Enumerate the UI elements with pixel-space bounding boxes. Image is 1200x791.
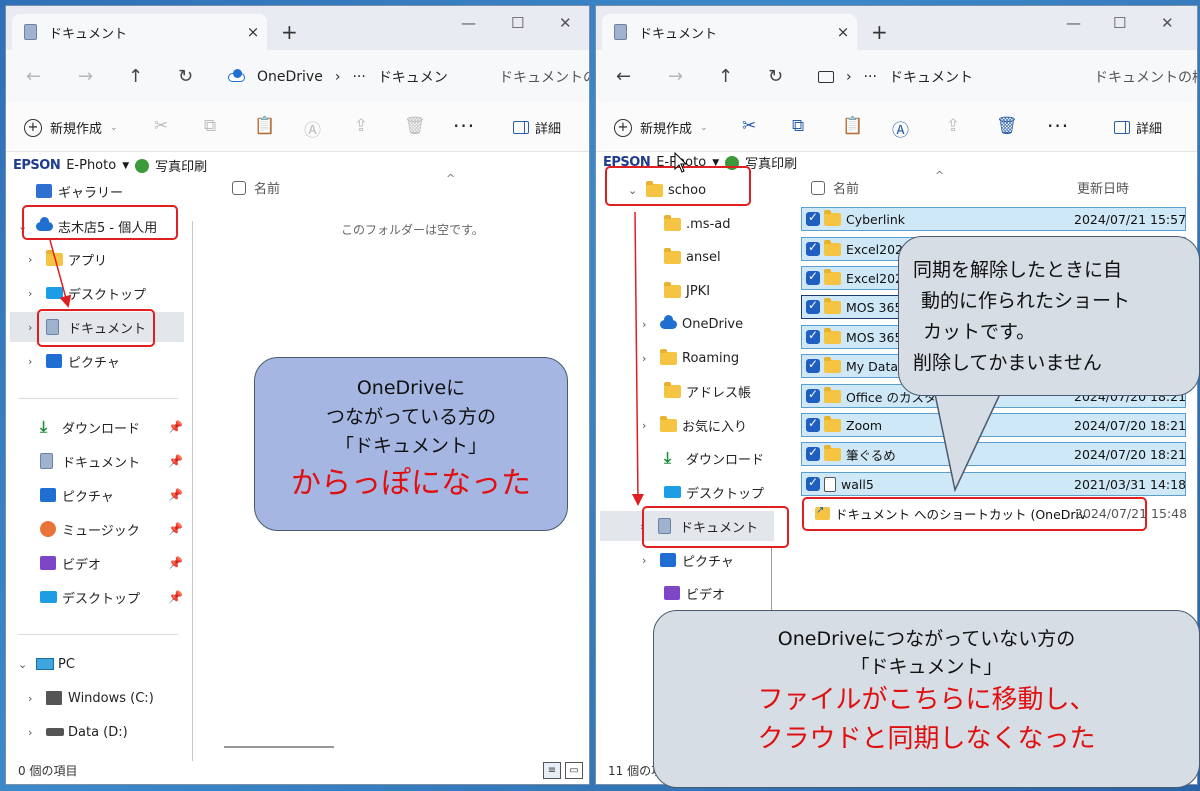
callout-line: 動的に作られたショート: [921, 290, 1131, 312]
mouse-cursor-icon: [674, 152, 688, 173]
callout-line: OneDriveにつながっていない方の: [777, 628, 1076, 650]
callout-onedrive-documents: OneDriveに つながっている方の 「ドキュメント」 からっぽになった: [254, 357, 568, 531]
callout-line: 「ドキュメント」: [334, 435, 487, 457]
callout-emphasis: ファイルがこちらに移動し、: [757, 685, 1096, 715]
callout-emphasis: からっぽになった: [291, 466, 531, 501]
callout-tail-shortcut: [934, 393, 1002, 493]
callout-emphasis: クラウドと同期しなくなった: [757, 724, 1096, 754]
callout-line: 削除してかまいません: [913, 352, 1102, 374]
callout-line: OneDriveに: [356, 377, 466, 399]
callout-line: つながっている方の: [325, 406, 497, 428]
callout-local-documents: OneDriveにつながっていない方の 「ドキュメント」 ファイルがこちらに移動…: [653, 610, 1200, 788]
callout-line: 同期を解除したときに自: [913, 259, 1123, 281]
callout-line: 「ドキュメント」: [850, 656, 1003, 678]
callout-shortcut-note: 同期を解除したときに自 動的に作られたショート カットです。 削除してかまいませ…: [898, 236, 1200, 396]
callout-line: カットです。: [923, 321, 1036, 343]
